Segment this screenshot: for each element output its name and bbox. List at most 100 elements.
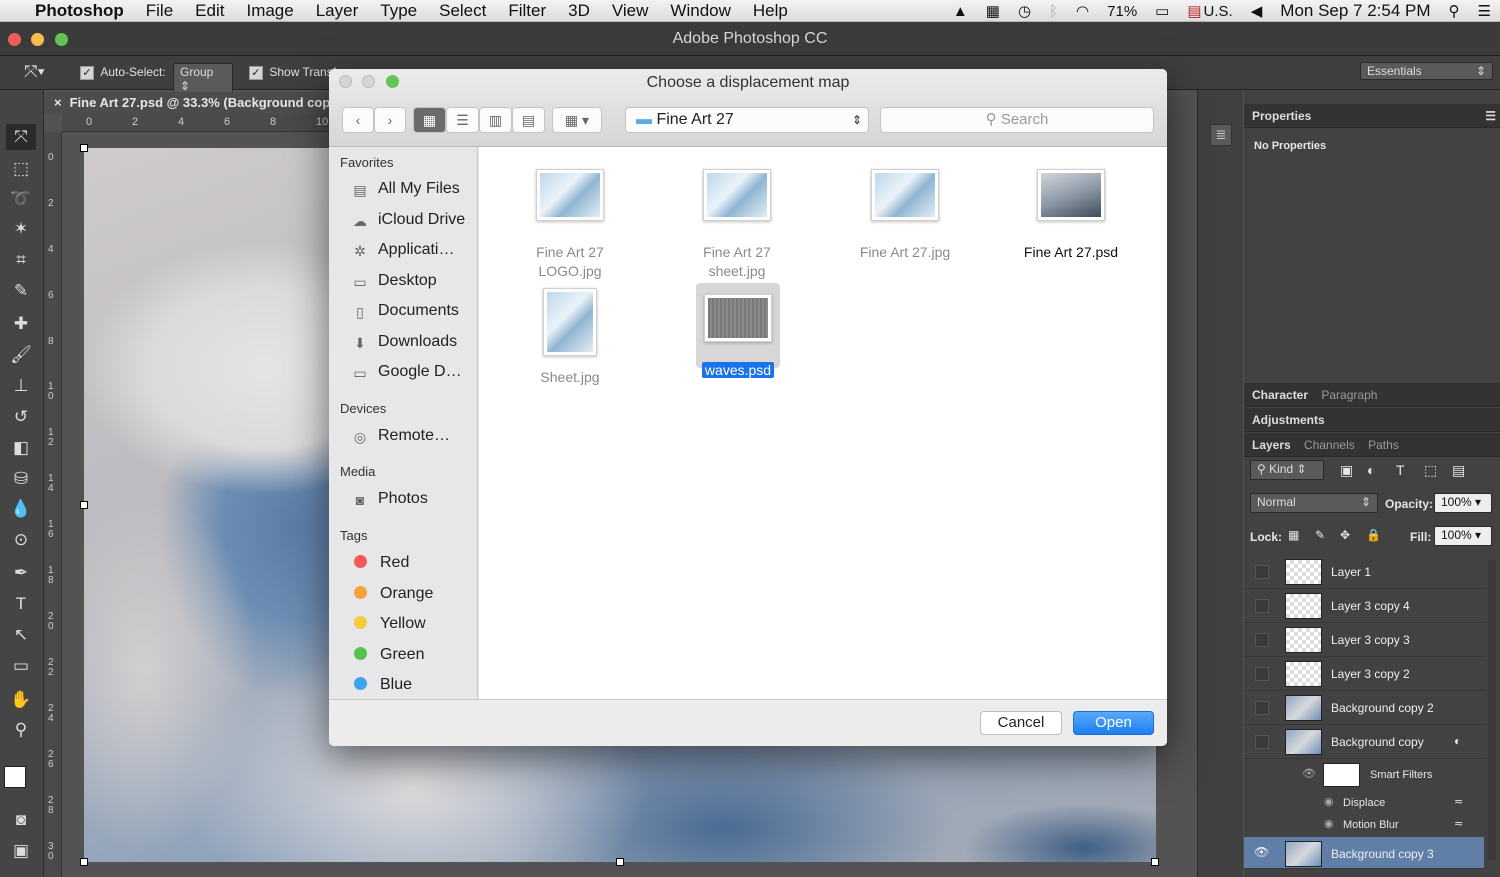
opacity-field[interactable]: 100% ▾ <box>1434 493 1492 513</box>
list-view-button[interactable]: ☰ <box>446 107 479 133</box>
layers-scrollbar[interactable] <box>1488 560 1496 860</box>
screen-mode-icon[interactable]: ▣ <box>6 838 36 864</box>
filter-options-icon[interactable]: ≂ <box>1454 795 1463 808</box>
clock[interactable]: Mon Sep 7 2:54 PM <box>1280 1 1430 21</box>
filter-adjustment-icon[interactable]: ◐ <box>1367 462 1375 478</box>
history-brush-icon[interactable]: ↺ <box>6 404 36 430</box>
input-source[interactable]: U.S. <box>1204 3 1233 20</box>
sidebar-item-photos[interactable]: ◙ Photos <box>350 490 478 514</box>
adjustments-tab[interactable]: Adjustments <box>1244 408 1500 432</box>
visibility-toggle[interactable] <box>1255 599 1269 613</box>
transform-handle[interactable] <box>80 501 88 509</box>
smart-filters-row[interactable]: 👁 Smart Filters <box>1244 759 1484 791</box>
sidebar-tag-orange[interactable]: Orange <box>350 585 478 609</box>
visibility-toggle[interactable] <box>1255 701 1269 715</box>
transform-handle[interactable] <box>80 144 88 152</box>
time-machine-icon[interactable]: ◷ <box>1018 2 1031 20</box>
lock-position-icon[interactable]: ✥ <box>1340 528 1350 542</box>
fill-field[interactable]: 100% ▾ <box>1434 526 1492 546</box>
sidebar-item-desktop[interactable]: ▭ Desktop <box>350 272 478 296</box>
layer-row[interactable]: Layer 3 copy 4 <box>1244 589 1484 623</box>
sidebar-tag-green[interactable]: Green <box>350 646 478 670</box>
menu-edit[interactable]: Edit <box>184 1 235 21</box>
arrange-button[interactable]: ▦ ▾ <box>552 107 602 133</box>
menu-filter[interactable]: Filter <box>497 1 557 21</box>
menu-window[interactable]: Window <box>659 1 741 21</box>
sidebar-item-applications[interactable]: ✲ Applicati… <box>350 241 478 265</box>
eye-icon[interactable]: ◉ <box>1324 817 1334 830</box>
paths-tab[interactable]: Paths <box>1368 438 1399 452</box>
filter-row[interactable]: ◉ Displace ≂ <box>1244 791 1484 813</box>
visibility-toggle[interactable] <box>1255 565 1269 579</box>
sidebar-item-icloud-drive[interactable]: ☁ iCloud Drive <box>350 211 478 235</box>
sidebar-item-remote-disc[interactable]: ◎ Remote… <box>350 427 478 451</box>
sidebar-tag-yellow[interactable]: Yellow <box>350 615 478 639</box>
eye-icon[interactable]: 👁 <box>1254 845 1269 859</box>
rectangle-tool-icon[interactable]: ▭ <box>6 653 36 679</box>
notification-center-icon[interactable]: ☰ <box>1478 2 1491 20</box>
file-item[interactable]: Fine Art 27.psd <box>996 169 1146 262</box>
file-item[interactable]: Fine Art 27.jpg <box>830 169 980 262</box>
back-button[interactable]: ‹ <box>342 107 374 133</box>
workspace-dropdown[interactable]: Essentials ⇕ <box>1360 62 1493 80</box>
zoom-tool-icon[interactable]: ⚲ <box>6 717 36 743</box>
memory-icon[interactable]: ▦ <box>986 2 1000 20</box>
transform-handle[interactable] <box>80 858 88 866</box>
layer-row[interactable]: Background copy 2 <box>1244 691 1484 725</box>
type-tool-icon[interactable]: T <box>6 591 36 617</box>
filter-shape-icon[interactable]: ⬚ <box>1424 462 1437 479</box>
menu-type[interactable]: Type <box>369 1 428 21</box>
channels-tab[interactable]: Channels <box>1304 438 1355 452</box>
close-window-button[interactable] <box>8 33 21 46</box>
layer-row-selected[interactable]: 👁 Background copy 3 <box>1244 837 1484 869</box>
visibility-toggle[interactable] <box>1255 735 1269 749</box>
sidebar-tag-blue[interactable]: Blue <box>350 676 478 700</box>
layer-filter-kind[interactable]: ⚲ Kind ⇕ <box>1250 460 1324 480</box>
visibility-toggle[interactable] <box>1255 667 1269 681</box>
cancel-button[interactable]: Cancel <box>980 711 1062 735</box>
filter-smart-object-icon[interactable]: ▤ <box>1452 462 1465 479</box>
auto-select-checkbox[interactable]: ✓ <box>80 65 94 80</box>
marquee-tool-icon[interactable]: ⬚ <box>6 156 36 182</box>
layers-tab[interactable]: Layers <box>1252 438 1291 452</box>
filter-row[interactable]: ◉ Motion Blur ≂ <box>1244 813 1484 835</box>
panel-menu-icon[interactable]: ☰ <box>1485 104 1496 128</box>
cover-flow-button[interactable]: ▤ <box>512 107 545 133</box>
battery-icon[interactable]: ▭ <box>1155 2 1169 20</box>
file-item-selected[interactable]: waves.psd <box>663 294 813 380</box>
paint-bucket-icon[interactable]: ⛁ <box>6 466 36 492</box>
search-field[interactable]: ⚲ Search <box>880 107 1154 133</box>
sidebar-tag-red[interactable]: Red <box>350 554 478 578</box>
sidebar-item-all-my-files[interactable]: ▤ All My Files <box>350 180 478 204</box>
quick-mask-icon[interactable]: ◙ <box>6 807 36 833</box>
filter-pixel-icon[interactable]: ▣ <box>1340 462 1353 479</box>
properties-panel-icon[interactable]: ≣ <box>1210 124 1232 146</box>
menu-help[interactable]: Help <box>742 1 799 21</box>
eyedropper-icon[interactable]: ✎ <box>6 278 36 304</box>
document-tab[interactable]: × Fine Art 27.psd @ 33.3% (Background cop… <box>44 92 336 114</box>
menu-select[interactable]: Select <box>428 1 497 21</box>
file-item[interactable]: Sheet.jpg <box>495 288 645 387</box>
brush-tool-icon[interactable]: 🖌 <box>6 342 36 368</box>
minimize-window-button[interactable] <box>31 33 44 46</box>
battery-percent[interactable]: 71% <box>1107 3 1137 20</box>
bluetooth-icon[interactable]: ᛒ <box>1049 3 1058 20</box>
sidebar-item-documents[interactable]: ▯ Documents <box>350 302 478 326</box>
lock-all-icon[interactable]: 🔒 <box>1366 528 1381 542</box>
layer-row[interactable]: Background copy ◐ <box>1244 725 1484 759</box>
lasso-tool-icon[interactable]: ➰ <box>6 186 36 212</box>
show-transform-checkbox[interactable]: ✓ <box>249 65 263 80</box>
menu-app-name[interactable]: Photoshop <box>29 1 135 21</box>
magic-wand-icon[interactable]: ✶ <box>6 216 36 242</box>
filter-type-icon[interactable]: T <box>1396 462 1405 478</box>
icon-view-button[interactable]: ▦ <box>413 107 446 133</box>
file-item[interactable]: Fine Art 27 LOGO.jpg <box>495 169 645 281</box>
pen-tool-icon[interactable]: ✒ <box>6 560 36 586</box>
stamp-tool-icon[interactable]: ⊥ <box>6 373 36 399</box>
spotlight-icon[interactable]: ⚲ <box>1449 2 1460 20</box>
character-tab[interactable]: Character <box>1252 388 1308 402</box>
menu-file[interactable]: File <box>135 1 184 21</box>
menu-view[interactable]: View <box>601 1 660 21</box>
hand-tool-icon[interactable]: ✋ <box>6 687 36 713</box>
transform-handle[interactable] <box>1151 858 1159 866</box>
